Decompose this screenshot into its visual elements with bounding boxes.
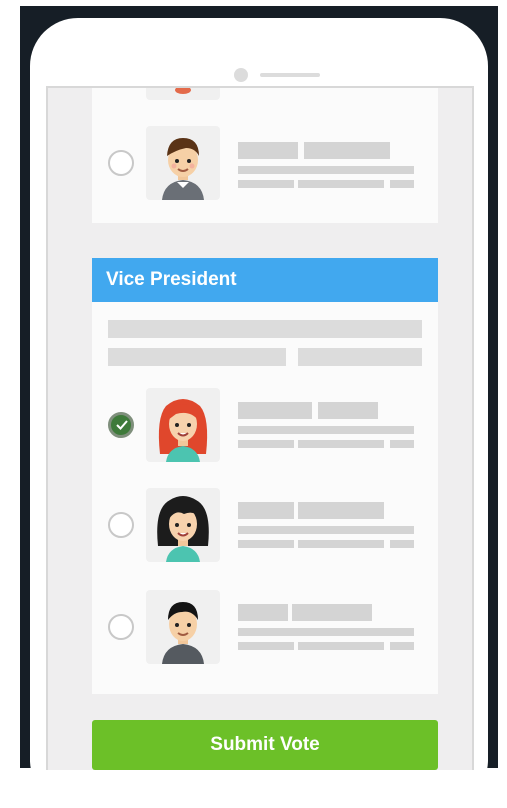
candidate-radio-selected[interactable] [108, 412, 134, 438]
candidate-row[interactable] [92, 590, 438, 666]
redhead-woman-avatar-icon [146, 388, 220, 462]
previous-section-card [92, 88, 438, 223]
section-title: Vice President [92, 258, 438, 302]
cut-off-avatar [146, 88, 220, 100]
vice-president-card: Vice President [92, 258, 438, 694]
candidate-radio[interactable] [108, 614, 134, 640]
candidate-row[interactable] [92, 488, 438, 564]
dark-hair-man-avatar-icon [146, 590, 220, 664]
dark-hair-woman-avatar-icon [146, 488, 220, 562]
candidate-radio[interactable] [108, 150, 134, 176]
candidate-row[interactable] [92, 388, 438, 464]
speaker-icon [260, 73, 320, 77]
brown-hair-man-avatar-icon [146, 126, 220, 200]
candidate-radio[interactable] [108, 512, 134, 538]
candidate-row[interactable] [92, 126, 438, 202]
submit-vote-button[interactable]: Submit Vote [92, 720, 438, 770]
camera-icon [234, 68, 248, 82]
description-placeholder-line [298, 348, 422, 366]
description-placeholder-line [108, 348, 286, 366]
description-placeholder-line [108, 320, 422, 338]
phone-screen[interactable]: Vice President Submit Vote [46, 86, 474, 770]
checkmark-icon [116, 420, 128, 430]
